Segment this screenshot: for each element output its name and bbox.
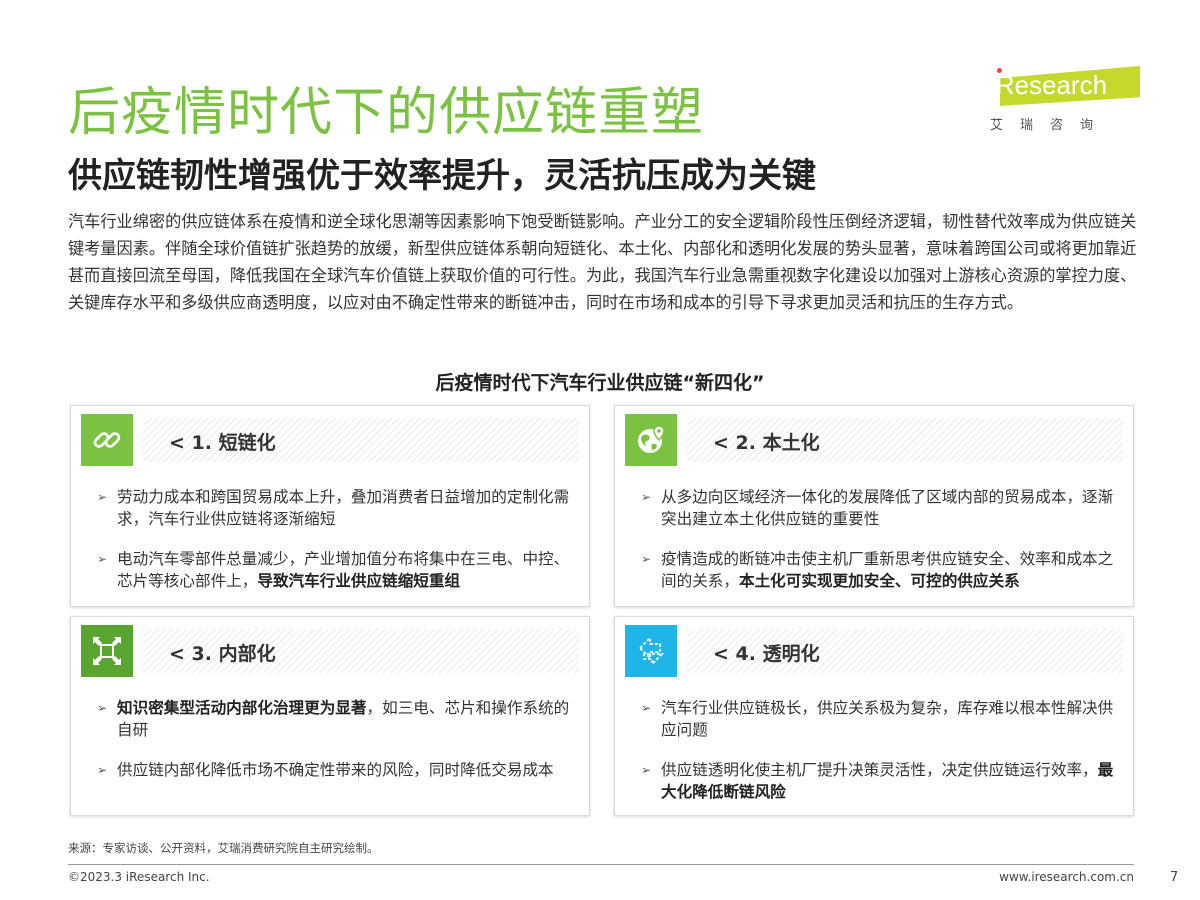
card-label: < 1. 短链化 xyxy=(169,432,276,454)
item-text: 供应链透明化使主机厂提升决策灵活性，决定供应链运行效率， xyxy=(661,761,1098,779)
page-subtitle: 供应链韧性增强优于效率提升，灵活抗压成为关键 xyxy=(68,156,816,196)
arrow-bullet-icon: ➢ xyxy=(97,490,108,504)
arrow-bullet-icon: ➢ xyxy=(97,701,108,715)
arrow-bullet-icon: ➢ xyxy=(641,490,652,504)
intro-paragraph: 汽车行业绵密的供应链体系在疫情和逆全球化思潮等因素影响下饱受断链影响。产业分工的… xyxy=(68,212,1137,312)
list-item: ➢ 电动汽车零部件总量减少，产业增加值分布将集中在三电、中控、芯片等核心部件上，导… xyxy=(97,548,573,592)
arrow-bullet-icon: ➢ xyxy=(641,552,652,566)
card-header: < 1. 短链化 xyxy=(81,414,579,468)
card-label: < 2. 本土化 xyxy=(713,432,820,454)
list-item: ➢ 劳动力成本和跨国贸易成本上升，叠加消费者日益增加的定制化需求，汽车行业供应链将… xyxy=(97,486,573,530)
link-icon xyxy=(81,414,133,466)
list-item: ➢ 汽车行业供应链极长，供应关系极为复杂，库存难以根本性解决供应问题 xyxy=(641,697,1117,741)
globe-pin-icon xyxy=(625,414,677,466)
card-item-list: ➢ 从多边向区域经济一体化的发展降低了区域内部的贸易成本，逐渐突出建立本土化供应链… xyxy=(641,486,1117,610)
logo-text: iResearch xyxy=(990,70,1108,100)
source-note: 来源：专家访谈、公开资料，艾瑞消费研究院自主研究绘制。 xyxy=(68,841,379,855)
website-url[interactable]: www.iresearch.com.cn xyxy=(999,870,1134,884)
item-highlight: 本土化可实现更加安全、可控的供应关系 xyxy=(738,572,1020,590)
card-item-list: ➢ 劳动力成本和跨国贸易成本上升，叠加消费者日益增加的定制化需求，汽车行业供应链将… xyxy=(97,486,573,610)
card-item-list: ➢ 汽车行业供应链极长，供应关系极为复杂，库存难以根本性解决供应问题 ➢ 供应链透明… xyxy=(641,697,1117,821)
item-text: 劳动力成本和跨国贸易成本上升，叠加消费者日益增加的定制化需求，汽车行业供应链将逐… xyxy=(117,488,570,528)
card-transparency: < 4. 透明化 ➢ 汽车行业供应链极长，供应关系极为复杂，库存难以根本性解决供应… xyxy=(614,616,1134,816)
arrow-bullet-icon: ➢ xyxy=(97,763,108,777)
list-item: ➢ 知识密集型活动内部化治理更为显著，如三电、芯片和操作系统的自研 xyxy=(97,697,573,741)
item-highlight: 导致汽车行业供应链缩短重组 xyxy=(257,572,461,590)
card-label: < 3. 内部化 xyxy=(169,643,276,665)
shrink-arrows-icon xyxy=(81,625,133,677)
list-item: ➢ 供应链透明化使主机厂提升决策灵活性，决定供应链运行效率，最大化降低断链风险 xyxy=(641,759,1117,803)
page-title: 后疫情时代下的供应链重塑 xyxy=(68,83,705,143)
arrow-bullet-icon: ➢ xyxy=(641,701,652,715)
item-text: 供应链内部化降低市场不确定性带来的风险，同时降低交易成本 xyxy=(117,761,554,779)
arrow-bullet-icon: ➢ xyxy=(641,763,652,777)
card-internalization: < 3. 内部化 ➢ 知识密集型活动内部化治理更为显著，如三电、芯片和操作系统的自… xyxy=(70,616,590,816)
item-text: 汽车行业供应链极长，供应关系极为复杂，库存难以根本性解决供应问题 xyxy=(661,699,1114,739)
logo-chinese-name: 艾瑞咨询 xyxy=(990,118,1111,133)
list-item: ➢ 供应链内部化降低市场不确定性带来的风险，同时降低交易成本 xyxy=(97,759,573,781)
item-highlight: 知识密集型活动内部化治理更为显著 xyxy=(117,699,367,717)
card-label: < 4. 透明化 xyxy=(713,643,820,665)
item-text: 从多边向区域经济一体化的发展降低了区域内部的贸易成本，逐渐突出建立本土化供应链的… xyxy=(661,488,1114,528)
list-item: ➢ 从多边向区域经济一体化的发展降低了区域内部的贸易成本，逐渐突出建立本土化供应链… xyxy=(641,486,1117,530)
section-title: 后疫情时代下汽车行业供应链“新四化” xyxy=(435,372,765,394)
iresearch-logo: iResearch 艾瑞咨询 xyxy=(990,62,1140,134)
footer-divider xyxy=(68,864,1134,865)
transparent-arrows-icon xyxy=(625,625,677,677)
card-header: < 4. 透明化 xyxy=(625,625,1123,679)
copyright: ©2023.3 iResearch Inc. xyxy=(68,870,210,884)
list-item: ➢ 疫情造成的断链冲击使主机厂重新思考供应链安全、效率和成本之间的关系，本土化可实… xyxy=(641,548,1117,592)
card-localization: < 2. 本土化 ➢ 从多边向区域经济一体化的发展降低了区域内部的贸易成本，逐渐突… xyxy=(614,405,1134,607)
card-header: < 3. 内部化 xyxy=(81,625,579,679)
card-short-chain: < 1. 短链化 ➢ 劳动力成本和跨国贸易成本上升，叠加消费者日益增加的定制化需求… xyxy=(70,405,590,607)
card-header: < 2. 本土化 xyxy=(625,414,1123,468)
card-item-list: ➢ 知识密集型活动内部化治理更为显著，如三电、芯片和操作系统的自研 ➢ 供应链内部化… xyxy=(97,697,573,799)
arrow-bullet-icon: ➢ xyxy=(97,552,108,566)
page-number: 7 xyxy=(1170,870,1179,885)
